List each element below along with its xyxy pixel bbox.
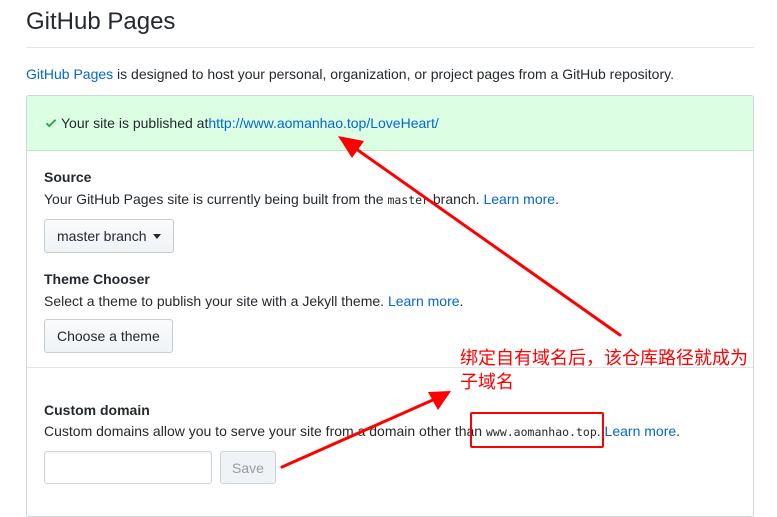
custom-domain-desc-before: Custom domains allow you to serve your s… xyxy=(44,423,486,439)
custom-domain-period: . xyxy=(676,423,681,439)
published-flash: Your site is published at http://www.aom… xyxy=(27,96,753,151)
check-icon xyxy=(45,119,57,128)
source-description: Your GitHub Pages site is currently bein… xyxy=(44,191,559,207)
title-divider xyxy=(26,47,754,48)
page-title: GitHub Pages xyxy=(26,8,176,35)
annotation-note: 绑定自有域名后，该仓库路径就成为子域名 xyxy=(460,348,748,393)
intro-text: GitHub Pages is designed to host your pe… xyxy=(26,66,674,82)
custom-domain-label: Custom domain xyxy=(44,402,150,418)
custom-domain-input[interactable] xyxy=(44,451,212,484)
source-learn-more-link[interactable]: Learn more xyxy=(483,191,555,207)
source-branch-select[interactable]: master branch xyxy=(44,219,175,253)
intro-description: is designed to host your personal, organ… xyxy=(113,66,674,82)
source-desc-before: Your GitHub Pages site is currently bein… xyxy=(44,191,388,207)
branch-code: master xyxy=(387,193,429,207)
custom-domain-learn-more-link[interactable]: Learn more xyxy=(605,423,677,439)
theme-period: . xyxy=(459,293,464,309)
github-pages-link[interactable]: GitHub Pages xyxy=(26,66,113,82)
save-button[interactable]: Save xyxy=(220,451,276,484)
source-label: Source xyxy=(44,169,92,185)
theme-description: Select a theme to publish your site with… xyxy=(44,293,463,309)
choose-theme-label: Choose a theme xyxy=(57,328,160,344)
theme-chooser-label: Theme Chooser xyxy=(44,271,150,287)
published-site-link[interactable]: http://www.aomanhao.top/LoveHeart/ xyxy=(208,115,438,131)
caret-down-icon xyxy=(153,234,162,239)
settings-panel: Your site is published at http://www.aom… xyxy=(26,95,754,517)
choose-theme-button[interactable]: Choose a theme xyxy=(44,319,173,353)
published-text: Your site is published at xyxy=(61,115,209,131)
annotation-highlight-box xyxy=(470,412,604,448)
source-desc-after: branch. xyxy=(428,191,484,207)
theme-learn-more-link[interactable]: Learn more xyxy=(388,293,460,309)
theme-desc-text: Select a theme to publish your site with… xyxy=(44,293,388,309)
source-branch-label: master branch xyxy=(57,228,147,244)
source-period: . xyxy=(555,191,559,207)
